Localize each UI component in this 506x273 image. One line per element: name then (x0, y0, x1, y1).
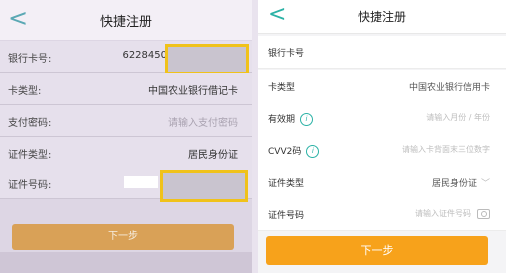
id-type-label: 证件类型 (268, 179, 305, 189)
left-row-card-type[interactable]: 卡类型: 中国农业银行借记卡 (0, 73, 252, 105)
card-type-value: 中国农业银行信用卡 (408, 83, 490, 93)
right-next-button[interactable]: 下一步 (266, 236, 488, 265)
left-bottom-area (0, 252, 252, 273)
id-number-redaction (160, 170, 248, 202)
info-icon[interactable]: i (300, 113, 314, 126)
camera-icon[interactable] (477, 208, 490, 219)
id-number-input[interactable]: 请输入证件号码 (415, 209, 471, 218)
id-type-label: 证件类型: (8, 150, 52, 161)
card-type-value: 中国农业银行借记卡 (148, 86, 238, 97)
right-row-id-type[interactable]: 证件类型 居民身份证 ﹀ (258, 166, 506, 199)
right-row-card-type[interactable]: 卡类型 中国农业银行信用卡 (258, 70, 506, 103)
card-number-redaction (165, 44, 249, 75)
left-row-pay-password[interactable]: 支付密码: 请输入支付密码 (0, 105, 252, 137)
left-page-title: 快捷注册 (99, 15, 152, 30)
chevron-down-icon: ﹀ (480, 179, 490, 189)
right-page-title: 快捷注册 (357, 10, 406, 24)
id-number-label: 证件号码 (268, 211, 305, 221)
right-row-cvv2[interactable]: CVV2码 i 请输入卡背面末三位数字 (258, 134, 506, 167)
right-row-id-number[interactable]: 证件号码 请输入证件号码 (258, 198, 506, 231)
right-row-expiry[interactable]: 有效期 i 请输入月份 / 年份 (258, 102, 506, 135)
id-type-value: 居民身份证 (431, 179, 477, 189)
card-number-label: 银行卡号: (8, 54, 52, 65)
id-number-partial (124, 176, 158, 188)
card-number-label: 银行卡号 (268, 49, 305, 59)
expiry-input[interactable]: 请输入月份 / 年份 (426, 112, 490, 123)
id-type-value: 居民身份证 (188, 150, 238, 161)
cvv2-label: CVV2码 (268, 147, 302, 157)
cvv2-input[interactable]: 请输入卡背面末三位数字 (402, 144, 490, 155)
card-type-label: 卡类型 (268, 83, 296, 93)
id-number-label: 证件号码: (8, 180, 52, 191)
left-screen: < 快捷注册 银行卡号: 6228450 卡类型: 中国农业银行借记卡 支付密码… (0, 0, 252, 273)
expiry-label: 有效期 (268, 115, 296, 125)
pay-password-label: 支付密码: (8, 118, 52, 129)
card-type-label: 卡类型: (8, 86, 42, 97)
left-row-id-type[interactable]: 证件类型: 居民身份证 (0, 137, 252, 169)
right-row-card-number[interactable]: 银行卡号 (258, 36, 506, 69)
card-number-value: 6228450 (122, 50, 167, 61)
right-screen: < 快捷注册 银行卡号 卡类型 中国农业银行信用卡 有效期 i 请输入月份 / 年… (258, 0, 506, 273)
left-next-button[interactable]: 下一步 (12, 224, 234, 250)
info-icon[interactable]: i (306, 145, 320, 158)
pay-password-input[interactable]: 请输入支付密码 (168, 114, 238, 129)
